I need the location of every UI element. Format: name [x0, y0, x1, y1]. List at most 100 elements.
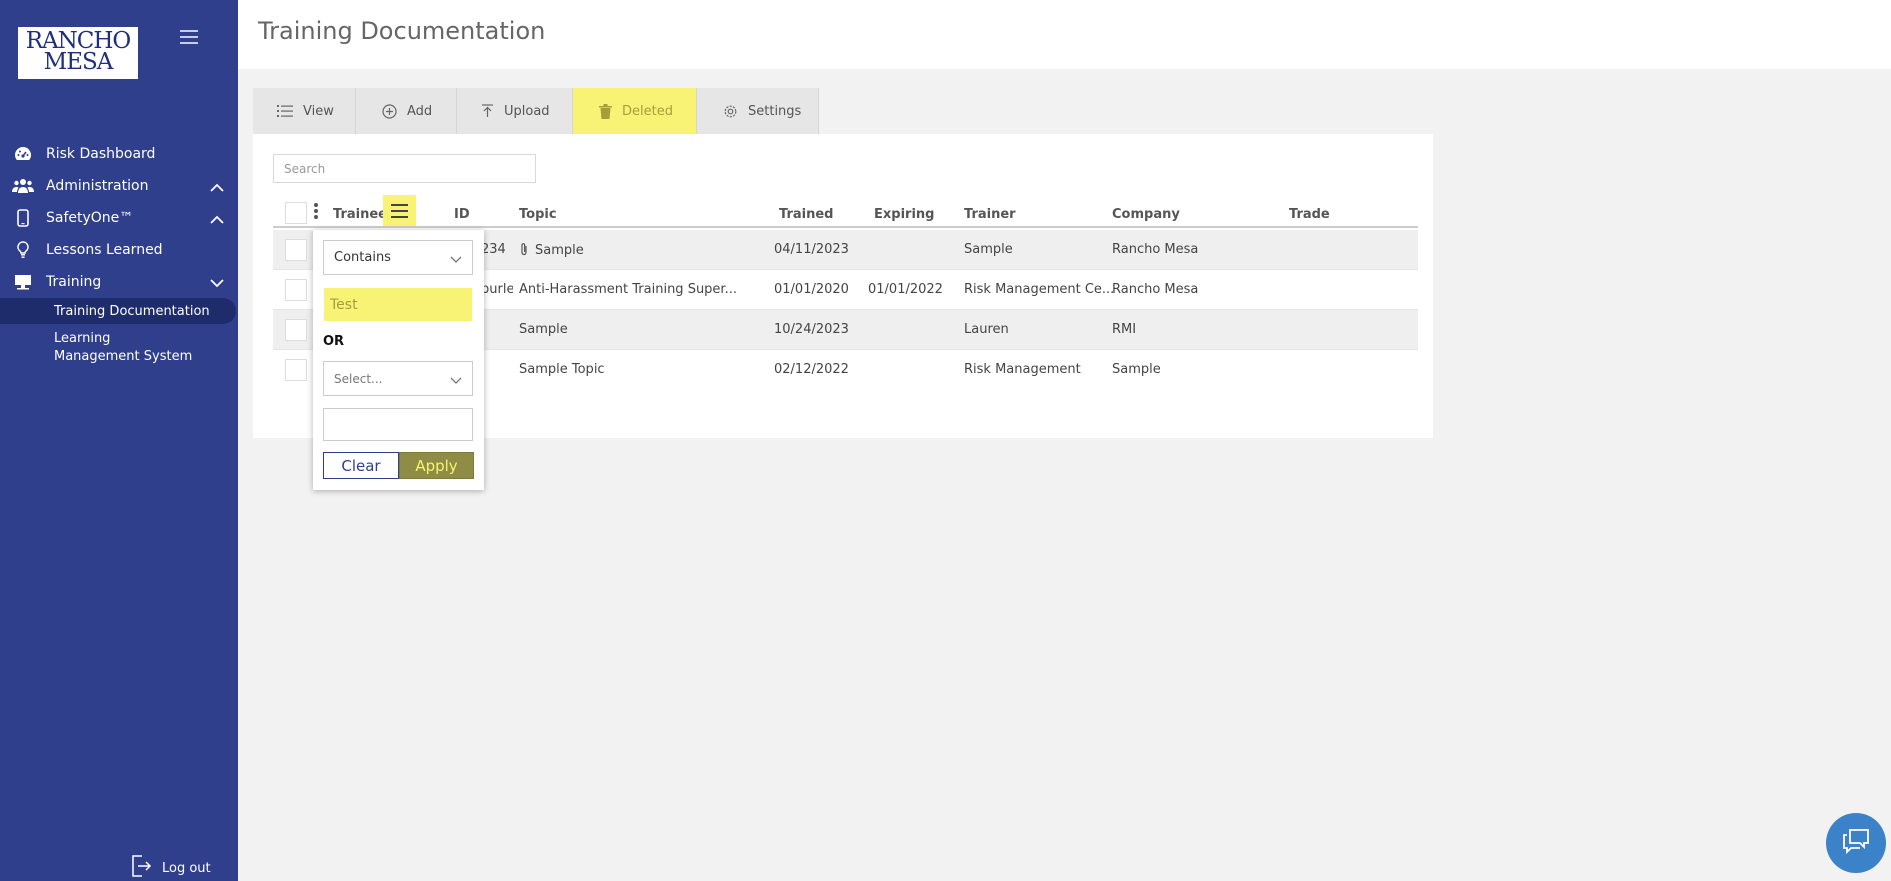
column-header-id[interactable]: ID	[454, 207, 470, 222]
search-input[interactable]	[273, 154, 536, 183]
column-filter-popup: Contains Test OR Select... Clear Apply	[313, 230, 484, 490]
cell-topic: Sample	[519, 242, 584, 260]
chevron-down-icon[interactable]	[210, 276, 224, 292]
cell-id: 234	[481, 242, 506, 257]
column-filter-menu-icon[interactable]	[383, 195, 416, 226]
sidebar-item-label: SafetyOne™	[46, 210, 134, 226]
cell-trainer: Lauren	[964, 322, 1009, 337]
cell-company: Rancho Mesa	[1112, 242, 1199, 257]
filter-operator-value: Contains	[334, 250, 391, 265]
sidebar-subitem-training-documentation[interactable]: Training Documentation	[0, 298, 236, 324]
upload-icon	[481, 104, 494, 118]
mobile-icon	[0, 209, 46, 227]
tab-label: Add	[407, 103, 433, 119]
sidebar-toggle-icon[interactable]	[180, 30, 198, 46]
cell-topic: Sample	[519, 322, 568, 337]
column-header-trainee[interactable]: Trainee	[333, 207, 387, 222]
filter-value-input[interactable]: Test	[324, 288, 472, 321]
cell-trainer: Risk Management	[964, 362, 1081, 377]
sidebar-nav: Risk Dashboard Administration SafetyOne™	[0, 138, 238, 372]
logo-line-2: MESA	[43, 49, 114, 75]
dashboard-icon	[0, 146, 46, 162]
cell-company: Sample	[1112, 362, 1161, 377]
logout-label: Log out	[162, 860, 211, 876]
clear-button[interactable]: Clear	[323, 452, 399, 479]
tab-deleted[interactable]: Deleted	[573, 88, 697, 134]
cell-trained: 02/12/2022	[774, 362, 849, 377]
tab-view[interactable]: View	[253, 88, 356, 134]
sidebar-item-label: Learning Management System	[54, 331, 193, 364]
column-header-expiring[interactable]: Expiring	[874, 207, 934, 222]
sidebar-item-training[interactable]: Training	[0, 266, 238, 298]
row-checkbox[interactable]	[285, 359, 307, 381]
cell-trained: 04/11/2023	[774, 242, 849, 257]
cell-topic: Anti-Harassment Training Super...	[519, 282, 737, 297]
logout-icon	[130, 854, 152, 881]
sidebar-item-administration[interactable]: Administration	[0, 170, 238, 202]
cell-topic-text: Sample	[535, 243, 584, 258]
cell-trained: 10/24/2023	[774, 322, 849, 337]
chat-icon	[1841, 827, 1871, 859]
chevron-down-icon	[450, 374, 462, 388]
sidebar-item-label: Training Documentation	[54, 303, 210, 319]
apply-button[interactable]: Apply	[399, 452, 474, 479]
chat-launcher-button[interactable]	[1826, 813, 1886, 873]
sidebar-item-risk-dashboard[interactable]: Risk Dashboard	[0, 138, 238, 170]
column-header-trainer[interactable]: Trainer	[964, 207, 1016, 222]
cell-id: burley...	[481, 282, 513, 297]
sidebar-item-label: Risk Dashboard	[46, 146, 156, 162]
row-checkbox[interactable]	[285, 319, 307, 341]
column-options-icon[interactable]	[313, 203, 319, 223]
chevron-down-icon	[450, 253, 462, 268]
toolbar-tabs: View Add Upload Deleted Settings	[253, 88, 819, 134]
filter-value-text: Test	[330, 296, 358, 313]
tab-label: Settings	[748, 103, 802, 119]
tab-settings[interactable]: Settings	[697, 88, 819, 134]
column-header-trade[interactable]: Trade	[1289, 207, 1330, 222]
filter-second-operator-placeholder: Select...	[334, 371, 383, 386]
column-header-company[interactable]: Company	[1112, 207, 1180, 222]
filter-logic-label: OR	[323, 334, 345, 349]
sidebar-item-safetyone[interactable]: SafetyOne™	[0, 202, 238, 234]
monitor-icon	[0, 274, 46, 290]
rancho-mesa-logo[interactable]: RANCHO MESA	[18, 27, 138, 79]
sidebar-subitem-learning-management-system[interactable]: Learning Management System	[0, 324, 200, 372]
lightbulb-icon	[0, 241, 46, 259]
column-header-trained[interactable]: Trained	[779, 207, 833, 222]
tab-upload[interactable]: Upload	[457, 88, 573, 134]
sidebar-item-label: Training	[46, 274, 102, 290]
cell-trainer: Sample	[964, 242, 1013, 257]
gear-icon	[723, 104, 738, 119]
tab-add[interactable]: Add	[356, 88, 457, 134]
sidebar-item-label: Lessons Learned	[46, 242, 163, 258]
paperclip-icon[interactable]	[519, 242, 529, 260]
filter-operator-select[interactable]: Contains	[323, 240, 473, 275]
column-header-topic[interactable]: Topic	[519, 207, 557, 222]
cell-expiring: 01/01/2022	[868, 282, 943, 297]
tab-label: Deleted	[622, 103, 673, 119]
tab-label: Upload	[504, 103, 550, 119]
sidebar-item-lessons-learned[interactable]: Lessons Learned	[0, 234, 238, 266]
cell-topic: Sample Topic	[519, 362, 605, 377]
table-header: Trainee ID Topic Trained Expiring Traine…	[273, 195, 1418, 228]
trash-icon	[599, 103, 612, 119]
cell-trained: 01/01/2020	[774, 282, 849, 297]
chevron-up-icon[interactable]	[210, 212, 224, 228]
select-all-checkbox[interactable]	[285, 202, 307, 224]
page-header: Training Documentation	[238, 0, 1891, 69]
row-checkbox[interactable]	[285, 279, 307, 301]
chevron-up-icon[interactable]	[210, 180, 224, 196]
filter-second-operator-select[interactable]: Select...	[323, 361, 473, 396]
list-icon	[277, 105, 293, 117]
page-title: Training Documentation	[258, 17, 546, 45]
users-icon	[0, 178, 46, 194]
tab-label: View	[303, 103, 334, 119]
row-checkbox[interactable]	[285, 239, 307, 261]
sidebar-item-label: Administration	[46, 178, 149, 194]
sidebar: RANCHO MESA Risk Dashboard Administratio…	[0, 0, 238, 881]
cell-company: Rancho Mesa	[1112, 282, 1199, 297]
cell-company: RMI	[1112, 322, 1137, 337]
cell-trainer: Risk Management Ce...	[964, 282, 1115, 297]
filter-second-value-input[interactable]	[323, 408, 473, 441]
logout-link[interactable]: Log out	[130, 854, 211, 881]
